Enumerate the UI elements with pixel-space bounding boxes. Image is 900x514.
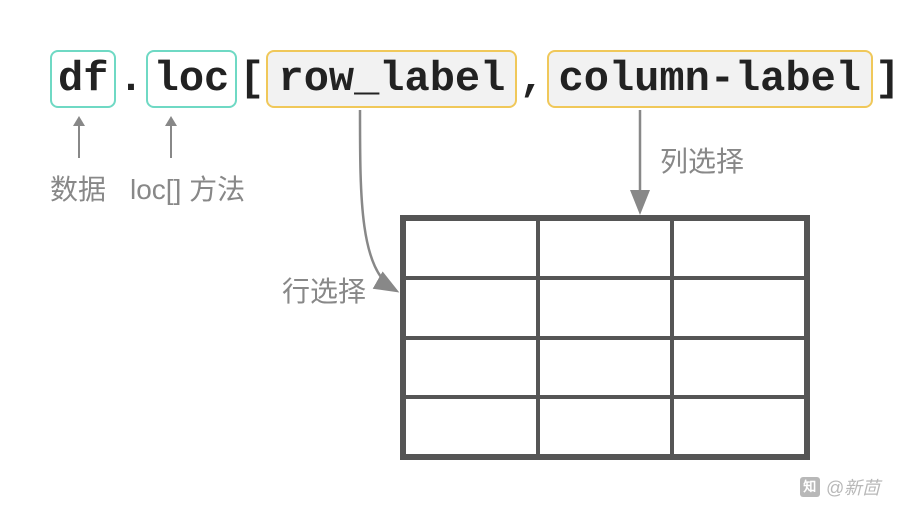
grid-cell <box>404 397 538 456</box>
dataframe-grid <box>400 215 810 460</box>
grid-cell <box>538 338 672 397</box>
grid-cell <box>672 338 806 397</box>
arrow-row-icon <box>360 110 395 290</box>
token-bracket-close: ] <box>873 54 900 104</box>
grid-cell <box>538 397 672 456</box>
grid-cell <box>672 219 806 278</box>
token-bracket-open: [ <box>237 54 266 104</box>
label-data: 数据 <box>50 168 106 208</box>
label-loc-method: loc[] 方法 <box>130 168 245 208</box>
token-comma: , <box>517 54 546 104</box>
token-column-label: column-label <box>547 50 873 108</box>
token-df: df <box>50 50 116 108</box>
grid-cell <box>538 219 672 278</box>
watermark-text: @新茴 <box>826 474 880 500</box>
token-loc: loc <box>146 50 238 108</box>
token-row-label: row_label <box>266 50 517 108</box>
grid-cell <box>404 219 538 278</box>
grid-cell <box>672 278 806 337</box>
arrow-loc-icon <box>170 118 172 158</box>
grid-cell <box>404 338 538 397</box>
watermark: 知 @新茴 <box>800 474 880 500</box>
grid-cell <box>538 278 672 337</box>
label-row-select: 行选择 <box>282 270 366 310</box>
token-dot: . <box>116 54 145 104</box>
grid-cell <box>672 397 806 456</box>
code-expression: df . loc [ row_label , column-label ] <box>50 50 900 108</box>
arrow-df-icon <box>78 118 80 158</box>
label-col-select: 列选择 <box>660 140 744 180</box>
zhihu-icon: 知 <box>800 477 820 497</box>
grid-cell <box>404 278 538 337</box>
